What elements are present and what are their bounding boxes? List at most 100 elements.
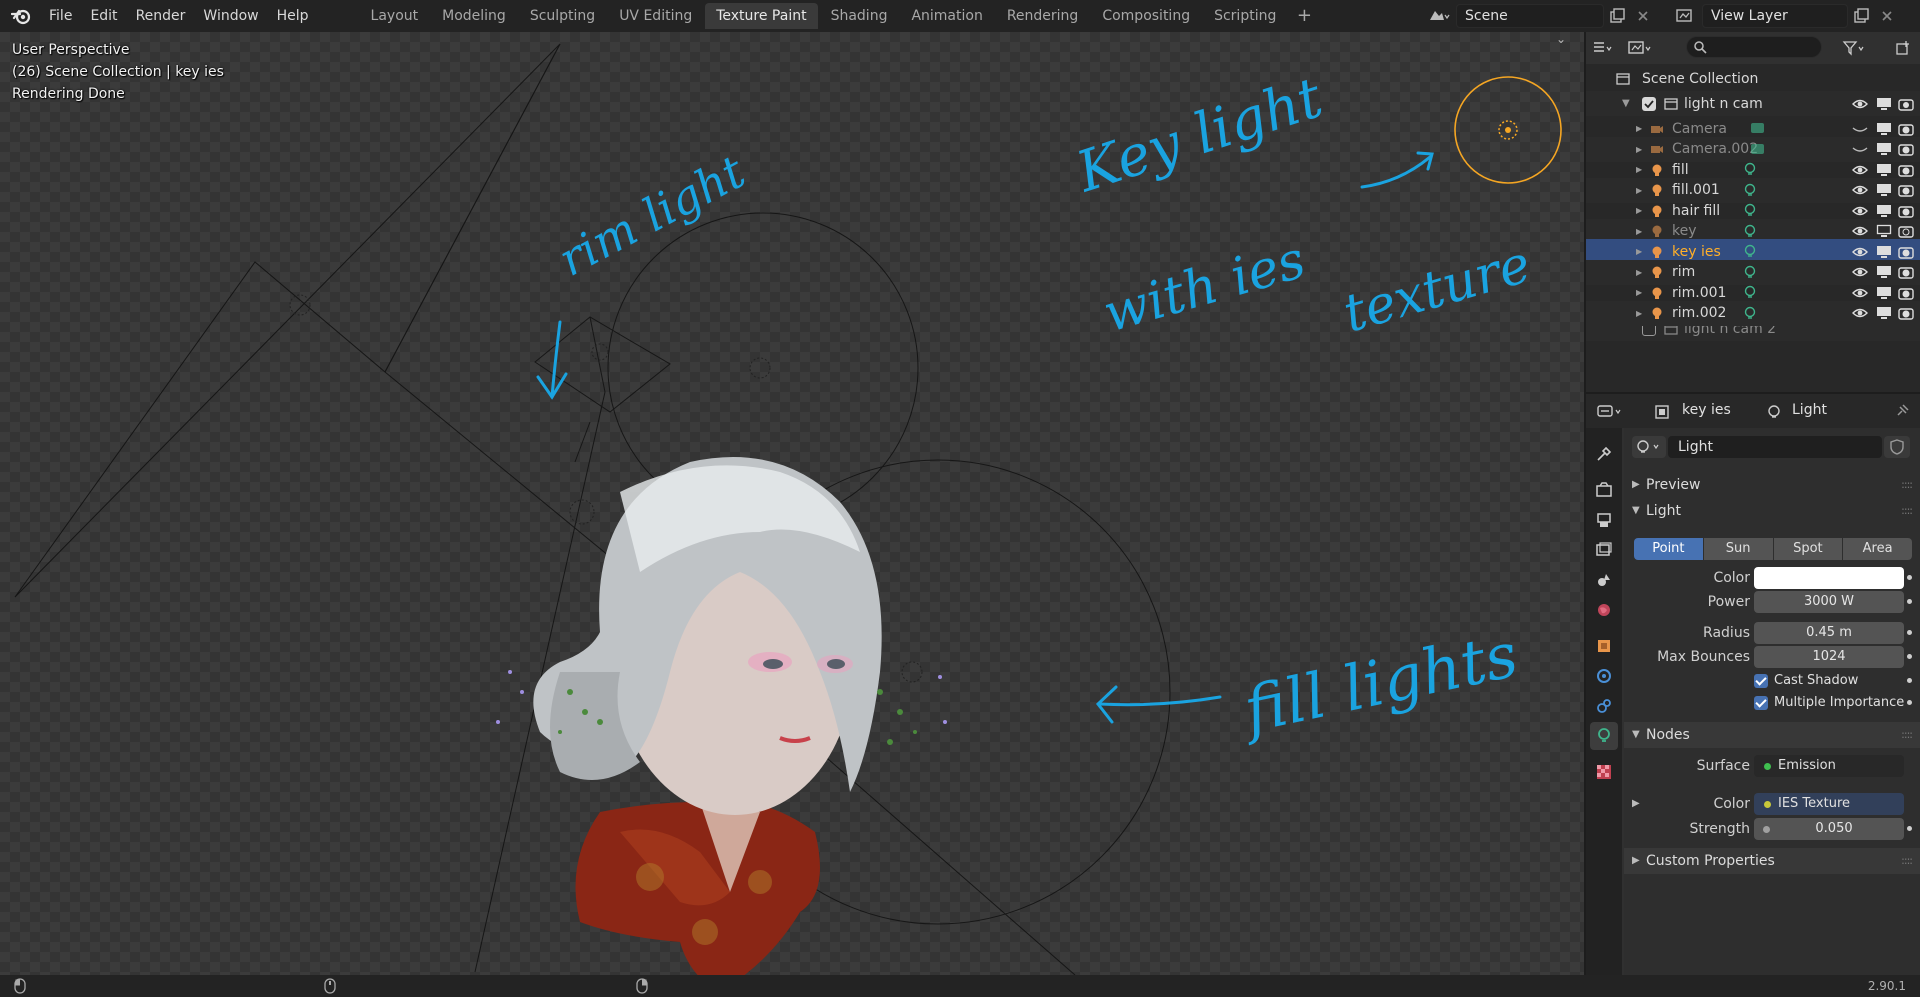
menu-file[interactable]: File bbox=[40, 0, 81, 32]
light-data-icon[interactable] bbox=[1742, 265, 1756, 279]
eye-icon[interactable] bbox=[1852, 163, 1868, 177]
expand-arrow-icon[interactable]: ▶ bbox=[1636, 227, 1642, 236]
surface-shader-field[interactable]: Emission bbox=[1754, 755, 1904, 777]
object-tab-icon[interactable] bbox=[1590, 632, 1618, 660]
delete-scene-icon[interactable] bbox=[1630, 4, 1656, 28]
tab-compositing[interactable]: Compositing bbox=[1091, 3, 1201, 29]
world-tab-icon[interactable] bbox=[1590, 596, 1618, 624]
expand-arrow-icon[interactable]: ▶ bbox=[1636, 206, 1642, 215]
eye-closed-icon[interactable] bbox=[1852, 122, 1868, 136]
monitor-icon[interactable] bbox=[1876, 97, 1892, 111]
expand-arrow-icon[interactable]: ▼ bbox=[1622, 98, 1630, 109]
menu-edit[interactable]: Edit bbox=[81, 0, 126, 32]
expand-arrow-icon[interactable]: ▶ bbox=[1632, 798, 1640, 809]
tab-scripting[interactable]: Scripting bbox=[1203, 3, 1287, 29]
expand-arrow-icon[interactable]: ▶ bbox=[1636, 165, 1642, 174]
display-mode-icon[interactable] bbox=[1628, 36, 1654, 60]
expand-arrow-icon[interactable]: ▶ bbox=[1636, 309, 1642, 318]
camera-data-icon[interactable] bbox=[1750, 142, 1764, 156]
camera-render-icon[interactable] bbox=[1898, 224, 1914, 238]
light-data-icon[interactable] bbox=[1742, 244, 1756, 258]
light-data-icon[interactable] bbox=[1742, 162, 1756, 176]
monitor-icon[interactable] bbox=[1876, 224, 1892, 238]
keyframe-dot-icon[interactable] bbox=[1907, 599, 1912, 604]
panel-nodes[interactable]: ▼ Nodes:::: bbox=[1624, 722, 1920, 748]
camera-data-icon[interactable] bbox=[1750, 121, 1764, 135]
monitor-icon[interactable] bbox=[1876, 163, 1892, 177]
tab-modeling[interactable]: Modeling bbox=[431, 3, 517, 29]
panel-light[interactable]: ▼ Light:::: bbox=[1624, 498, 1920, 524]
fake-user-shield-icon[interactable] bbox=[1884, 436, 1910, 458]
collection-checkbox[interactable] bbox=[1642, 96, 1656, 111]
constraints-tab-icon[interactable] bbox=[1590, 692, 1618, 720]
camera-render-icon[interactable] bbox=[1898, 306, 1914, 320]
camera-render-icon[interactable] bbox=[1898, 183, 1914, 197]
eye-icon[interactable] bbox=[1852, 204, 1868, 218]
multiple-importance-checkbox[interactable] bbox=[1754, 696, 1768, 710]
eye-icon[interactable] bbox=[1852, 183, 1868, 197]
tab-rendering[interactable]: Rendering bbox=[996, 3, 1090, 29]
light-type-spot[interactable]: Spot bbox=[1773, 538, 1843, 560]
output-tab-icon[interactable] bbox=[1590, 506, 1618, 534]
max-bounces-field[interactable]: 1024 bbox=[1754, 646, 1904, 668]
keyframe-dot-icon[interactable] bbox=[1907, 630, 1912, 635]
light-data-icon[interactable] bbox=[1742, 203, 1756, 217]
tab-texture-paint[interactable]: Texture Paint bbox=[705, 3, 818, 29]
monitor-icon[interactable] bbox=[1876, 245, 1892, 259]
ies-texture-field[interactable]: IES Texture bbox=[1754, 793, 1904, 815]
monitor-icon[interactable] bbox=[1876, 183, 1892, 197]
camera-render-icon[interactable] bbox=[1898, 97, 1914, 111]
tool-tab-icon[interactable] bbox=[1590, 440, 1618, 468]
camera-render-icon[interactable] bbox=[1898, 142, 1914, 156]
color-swatch[interactable] bbox=[1754, 567, 1904, 589]
eye-icon[interactable] bbox=[1852, 286, 1868, 300]
camera-render-icon[interactable] bbox=[1898, 245, 1914, 259]
monitor-icon[interactable] bbox=[1876, 306, 1892, 320]
editor-type-icon[interactable] bbox=[1590, 36, 1616, 60]
panel-custom-properties[interactable]: ▶ Custom Properties:::: bbox=[1624, 848, 1920, 874]
add-workspace-button[interactable]: + bbox=[1293, 5, 1315, 27]
texture-tab-icon[interactable] bbox=[1590, 758, 1618, 786]
camera-render-icon[interactable] bbox=[1898, 122, 1914, 136]
expand-arrow-icon[interactable]: ▶ bbox=[1636, 247, 1642, 256]
light-datablock-icon[interactable] bbox=[1632, 436, 1666, 458]
light-data-icon[interactable] bbox=[1742, 183, 1756, 197]
expand-arrow-icon[interactable]: ▶ bbox=[1636, 268, 1642, 277]
drag-handle-icon[interactable]: :::: bbox=[1901, 498, 1913, 524]
expand-arrow-icon[interactable]: ▶ bbox=[1636, 186, 1642, 195]
view-layer-tab-icon[interactable] bbox=[1590, 536, 1618, 564]
light-data-tab-icon[interactable] bbox=[1590, 722, 1618, 750]
camera-render-icon[interactable] bbox=[1898, 163, 1914, 177]
new-collection-icon[interactable] bbox=[1890, 36, 1916, 60]
editor-type-icon[interactable] bbox=[1594, 399, 1628, 423]
tab-shading[interactable]: Shading bbox=[820, 3, 899, 29]
eye-closed-icon[interactable] bbox=[1852, 142, 1868, 156]
light-data-icon[interactable] bbox=[1742, 285, 1756, 299]
3d-viewport[interactable]: rim light Key light with ies texture fil… bbox=[0, 32, 1584, 975]
drag-handle-icon[interactable]: :::: bbox=[1901, 472, 1913, 498]
chevron-down-icon[interactable]: ⌄ bbox=[1556, 32, 1566, 46]
menu-render[interactable]: Render bbox=[127, 0, 195, 32]
panel-preview[interactable]: ▶ Preview:::: bbox=[1624, 472, 1920, 498]
menu-help[interactable]: Help bbox=[268, 0, 318, 32]
keyframe-dot-icon[interactable] bbox=[1907, 654, 1912, 659]
keyframe-dot-icon[interactable] bbox=[1907, 678, 1912, 683]
strength-field[interactable]: 0.050 bbox=[1754, 818, 1904, 840]
drag-handle-icon[interactable]: :::: bbox=[1901, 722, 1913, 748]
eye-icon[interactable] bbox=[1852, 97, 1868, 111]
light-type-sun[interactable]: Sun bbox=[1703, 538, 1773, 560]
light-type-area[interactable]: Area bbox=[1843, 538, 1912, 560]
tab-layout[interactable]: Layout bbox=[360, 3, 430, 29]
tab-uv-editing[interactable]: UV Editing bbox=[608, 3, 703, 29]
render-tab-icon[interactable] bbox=[1590, 476, 1618, 504]
camera-render-icon[interactable] bbox=[1898, 286, 1914, 300]
cast-shadow-checkbox[interactable] bbox=[1754, 674, 1768, 688]
modifiers-tab-icon[interactable] bbox=[1590, 662, 1618, 690]
blender-logo-icon[interactable] bbox=[10, 5, 32, 27]
light-datablock-name[interactable]: Light bbox=[1668, 436, 1882, 458]
delete-view-layer-icon[interactable] bbox=[1874, 4, 1900, 28]
drag-handle-icon[interactable]: :::: bbox=[1901, 848, 1913, 874]
eye-icon[interactable] bbox=[1852, 265, 1868, 279]
monitor-icon[interactable] bbox=[1876, 122, 1892, 136]
power-field[interactable]: 3000 W bbox=[1754, 591, 1904, 613]
